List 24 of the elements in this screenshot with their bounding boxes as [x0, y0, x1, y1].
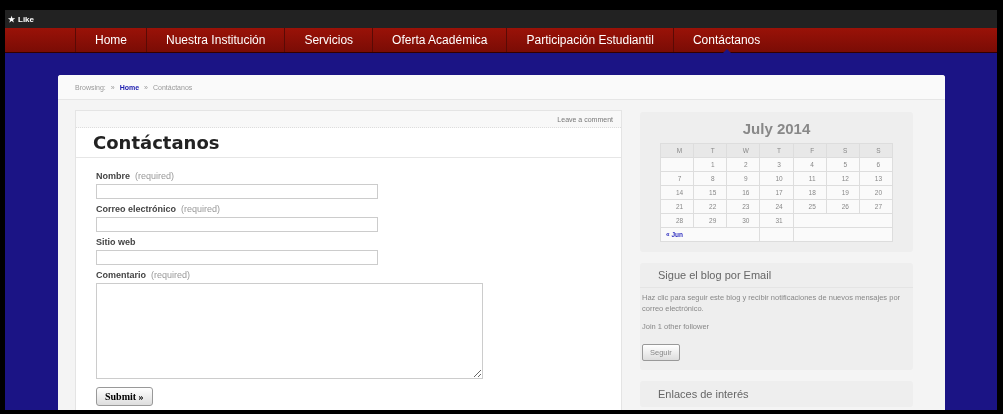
nav-tab[interactable]: Nuestra Institución: [146, 28, 285, 52]
nav-tab[interactable]: Contáctanos: [672, 28, 780, 52]
nav-tab[interactable]: Participación Estudiantil: [506, 28, 673, 52]
field-label: Sitio web: [96, 237, 136, 247]
input-field[interactable]: [96, 184, 378, 199]
required-hint: (required): [135, 171, 175, 181]
widget-title: Sigue el blog por Email: [640, 269, 913, 288]
star-icon[interactable]: ★: [8, 14, 15, 24]
nav-tab[interactable]: Servicios: [284, 28, 373, 52]
required-hint: (required): [181, 204, 221, 214]
field-label: Correo electrónico: [96, 204, 177, 214]
page-title: Contáctanos: [76, 128, 621, 158]
input-field[interactable]: [96, 250, 378, 265]
comment-field[interactable]: [96, 283, 483, 379]
field-label: Nombre: [96, 171, 130, 181]
required-hint: (required): [151, 270, 191, 280]
nav-tab[interactable]: Home: [75, 28, 146, 52]
field-label: Comentario: [96, 270, 146, 280]
like-link[interactable]: Like: [18, 14, 34, 24]
calendar-title: July 2014: [741, 120, 812, 137]
submit-button[interactable]: Submit »: [96, 387, 153, 406]
widget-title: Enlaces de interés: [658, 388, 749, 400]
input-field[interactable]: [96, 217, 378, 232]
nav-tab[interactable]: Oferta Académica: [372, 28, 507, 52]
